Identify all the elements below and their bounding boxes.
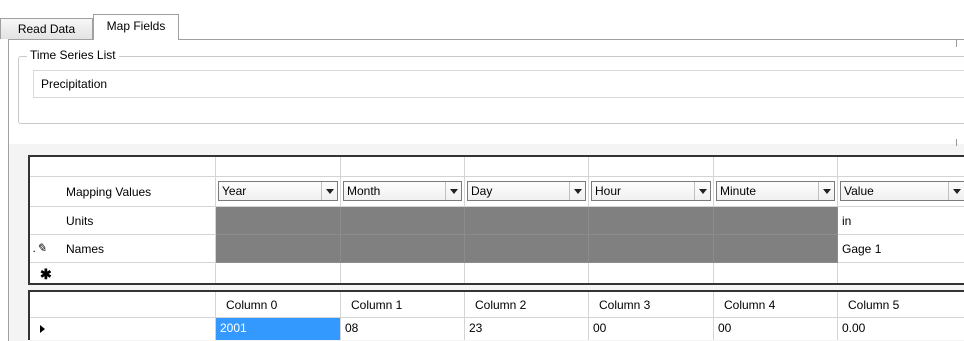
top-strip	[0, 0, 964, 14]
group-legend: Time Series List	[27, 48, 119, 62]
names-cell-value[interactable]: Gage 1	[838, 235, 964, 263]
mapping-dropdown-day[interactable]: Day	[467, 181, 586, 201]
mapping-cell: Year	[216, 177, 341, 207]
column-header-1[interactable]: Column 1	[341, 292, 465, 318]
names-cell-disabled	[216, 235, 341, 263]
new-row-cell[interactable]	[589, 263, 714, 283]
dropdown-value: Hour	[595, 184, 622, 198]
resize-tick	[956, 40, 957, 47]
units-row: Units in	[30, 207, 964, 235]
mapping-dropdown-hour[interactable]: Hour	[591, 181, 711, 201]
data-cell[interactable]: 08	[341, 318, 465, 340]
mapping-dropdown-month[interactable]: Month	[343, 181, 462, 201]
column-header[interactable]	[341, 157, 465, 177]
time-series-list[interactable]: Precipitation	[33, 70, 964, 98]
mapping-header-row	[30, 157, 964, 177]
mapping-cell: Day	[465, 177, 589, 207]
mapping-cell: Minute	[714, 177, 838, 207]
tab-read-data[interactable]: Read Data	[0, 18, 93, 39]
row-label-units: Units	[30, 207, 216, 235]
new-row-cell[interactable]	[465, 263, 589, 283]
names-cell-disabled	[341, 235, 465, 263]
column-header-5[interactable]: Column 5	[838, 292, 964, 318]
pencil-icon: .✎	[33, 241, 47, 255]
units-cell-disabled	[589, 207, 714, 235]
chevron-down-icon[interactable]	[948, 182, 964, 200]
data-cell-selected[interactable]: 2001	[216, 318, 341, 340]
asterisk-icon: ✱	[40, 266, 52, 282]
new-row-cell[interactable]	[838, 263, 964, 283]
mapping-cell: Value	[838, 177, 964, 207]
resize-tick	[956, 139, 957, 146]
dropdown-value: Month	[347, 184, 381, 198]
chevron-down-icon[interactable]	[818, 182, 834, 200]
new-row[interactable]: ✱	[30, 263, 964, 283]
column-header-4[interactable]: Column 4	[714, 292, 838, 318]
names-cell-disabled	[714, 235, 838, 263]
chevron-down-icon[interactable]	[321, 182, 337, 200]
column-header[interactable]	[714, 157, 838, 177]
mapping-values-row: Mapping Values Year Month Day Hour Minut…	[30, 177, 964, 207]
row-label-names: .✎ Names	[30, 235, 216, 263]
time-series-item[interactable]: Precipitation	[41, 77, 107, 91]
dropdown-value: Day	[471, 184, 493, 198]
column-header-2[interactable]: Column 2	[465, 292, 589, 318]
row-label-mapping: Mapping Values	[30, 177, 216, 207]
mapping-dropdown-value[interactable]: Value	[840, 181, 964, 201]
data-cell[interactable]: 00	[589, 318, 714, 340]
data-preview-grid: Column 0 Column 1 Column 2 Column 3 Colu…	[28, 290, 964, 340]
units-cell-disabled	[465, 207, 589, 235]
units-cell-value[interactable]: in	[838, 207, 964, 235]
names-row: .✎ Names Gage 1	[30, 235, 964, 263]
chevron-down-icon[interactable]	[445, 182, 461, 200]
new-row-header: ✱	[30, 263, 216, 283]
units-cell-disabled	[341, 207, 465, 235]
tab-bar: Read Data Map Fields	[0, 14, 964, 40]
column-header[interactable]	[589, 157, 714, 177]
data-cell[interactable]: 23	[465, 318, 589, 340]
corner-cell	[30, 292, 216, 318]
chevron-down-icon[interactable]	[569, 182, 585, 200]
names-cell-disabled	[465, 235, 589, 263]
table-row[interactable]: 2001 08 23 00 00 0.00	[30, 318, 964, 340]
names-cell-disabled	[589, 235, 714, 263]
mapping-cell: Month	[341, 177, 465, 207]
column-header[interactable]	[838, 157, 964, 177]
row-label-names-text: Names	[66, 242, 105, 256]
chevron-down-icon[interactable]	[694, 182, 710, 200]
units-cell-disabled	[714, 207, 838, 235]
dropdown-value: Value	[844, 184, 874, 198]
mapping-grid: Mapping Values Year Month Day Hour Minut…	[28, 155, 964, 285]
data-header-row: Column 0 Column 1 Column 2 Column 3 Colu…	[30, 292, 964, 318]
data-cell[interactable]: 0.00	[838, 318, 964, 340]
column-header-0[interactable]: Column 0	[216, 292, 341, 318]
new-row-cell[interactable]	[216, 263, 341, 283]
mapping-cell: Hour	[589, 177, 714, 207]
corner-cell	[30, 157, 216, 177]
data-cell[interactable]: 00	[714, 318, 838, 340]
column-header[interactable]	[216, 157, 341, 177]
column-header-3[interactable]: Column 3	[589, 292, 714, 318]
row-header[interactable]	[30, 318, 216, 340]
new-row-cell[interactable]	[714, 263, 838, 283]
units-cell-disabled	[216, 207, 341, 235]
column-header[interactable]	[465, 157, 589, 177]
tab-map-fields[interactable]: Map Fields	[93, 14, 179, 40]
new-row-cell[interactable]	[341, 263, 465, 283]
current-row-arrow-icon	[40, 325, 45, 333]
mapping-dropdown-minute[interactable]: Minute	[716, 181, 835, 201]
dropdown-value: Year	[222, 184, 247, 198]
dropdown-value: Minute	[720, 184, 757, 198]
mapping-dropdown-year[interactable]: Year	[218, 181, 338, 201]
